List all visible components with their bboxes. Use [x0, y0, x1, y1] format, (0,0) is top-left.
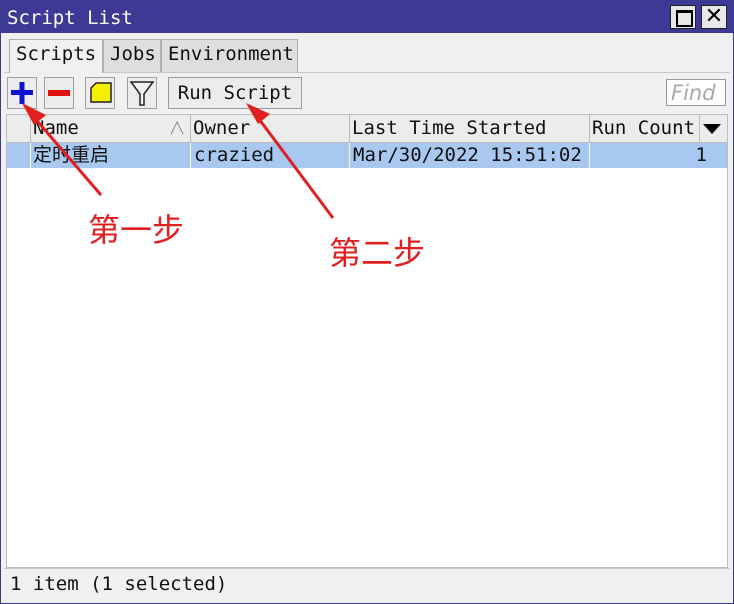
column-header-last-started[interactable]: Last Time Started	[350, 115, 590, 143]
column-menu-button[interactable]	[700, 115, 727, 143]
column-header-name[interactable]: Name	[31, 115, 191, 143]
cell-run-count: 1	[695, 144, 707, 166]
close-icon: ✕	[704, 4, 724, 29]
close-button[interactable]: ✕	[701, 4, 727, 29]
title-bar[interactable]: Script List ✕	[1, 1, 733, 33]
script-table: Name Owner Last Time Started Run Count 定…	[6, 114, 728, 568]
tab-scripts[interactable]: Scripts	[9, 39, 103, 73]
add-button[interactable]	[7, 77, 37, 109]
column-header-run-count[interactable]: Run Count	[590, 115, 700, 143]
status-bar: 1 item (1 selected)	[4, 568, 730, 600]
step1-label: 第一步	[88, 211, 185, 249]
maximize-icon	[676, 10, 693, 27]
cell-name: 定时重启	[31, 143, 191, 168]
table-row[interactable]: 定时重启 crazied Mar/30/2022 15:51:02 1	[7, 143, 727, 168]
column-header-owner[interactable]: Owner	[191, 115, 350, 143]
header-gutter	[7, 115, 31, 143]
tab-jobs[interactable]: Jobs	[103, 39, 161, 72]
note-icon	[90, 82, 112, 103]
script-list-window: Script List ✕ Scripts Jobs Environment R…	[0, 0, 734, 604]
cell-owner: crazied	[191, 143, 350, 168]
dropdown-arrow-icon	[703, 124, 721, 134]
window-title: Script List	[7, 7, 133, 29]
filter-button[interactable]	[127, 77, 157, 109]
step2-label: 第二步	[329, 234, 426, 272]
run-script-button[interactable]: Run Script	[168, 77, 302, 109]
find-input[interactable]: Find	[666, 79, 726, 106]
maximize-button[interactable]	[670, 5, 696, 29]
sort-ascending-icon	[170, 121, 184, 135]
tab-environment[interactable]: Environment	[161, 39, 298, 72]
tab-divider	[4, 72, 730, 73]
filter-icon	[129, 81, 155, 106]
cell-last-started: Mar/30/2022 15:51:02	[350, 143, 590, 168]
comment-button[interactable]	[85, 77, 115, 109]
minus-icon	[48, 90, 70, 96]
row-gutter	[7, 143, 31, 168]
column-header-name-label: Name	[33, 117, 79, 139]
plus-icon	[11, 82, 33, 104]
remove-button[interactable]	[44, 77, 74, 109]
